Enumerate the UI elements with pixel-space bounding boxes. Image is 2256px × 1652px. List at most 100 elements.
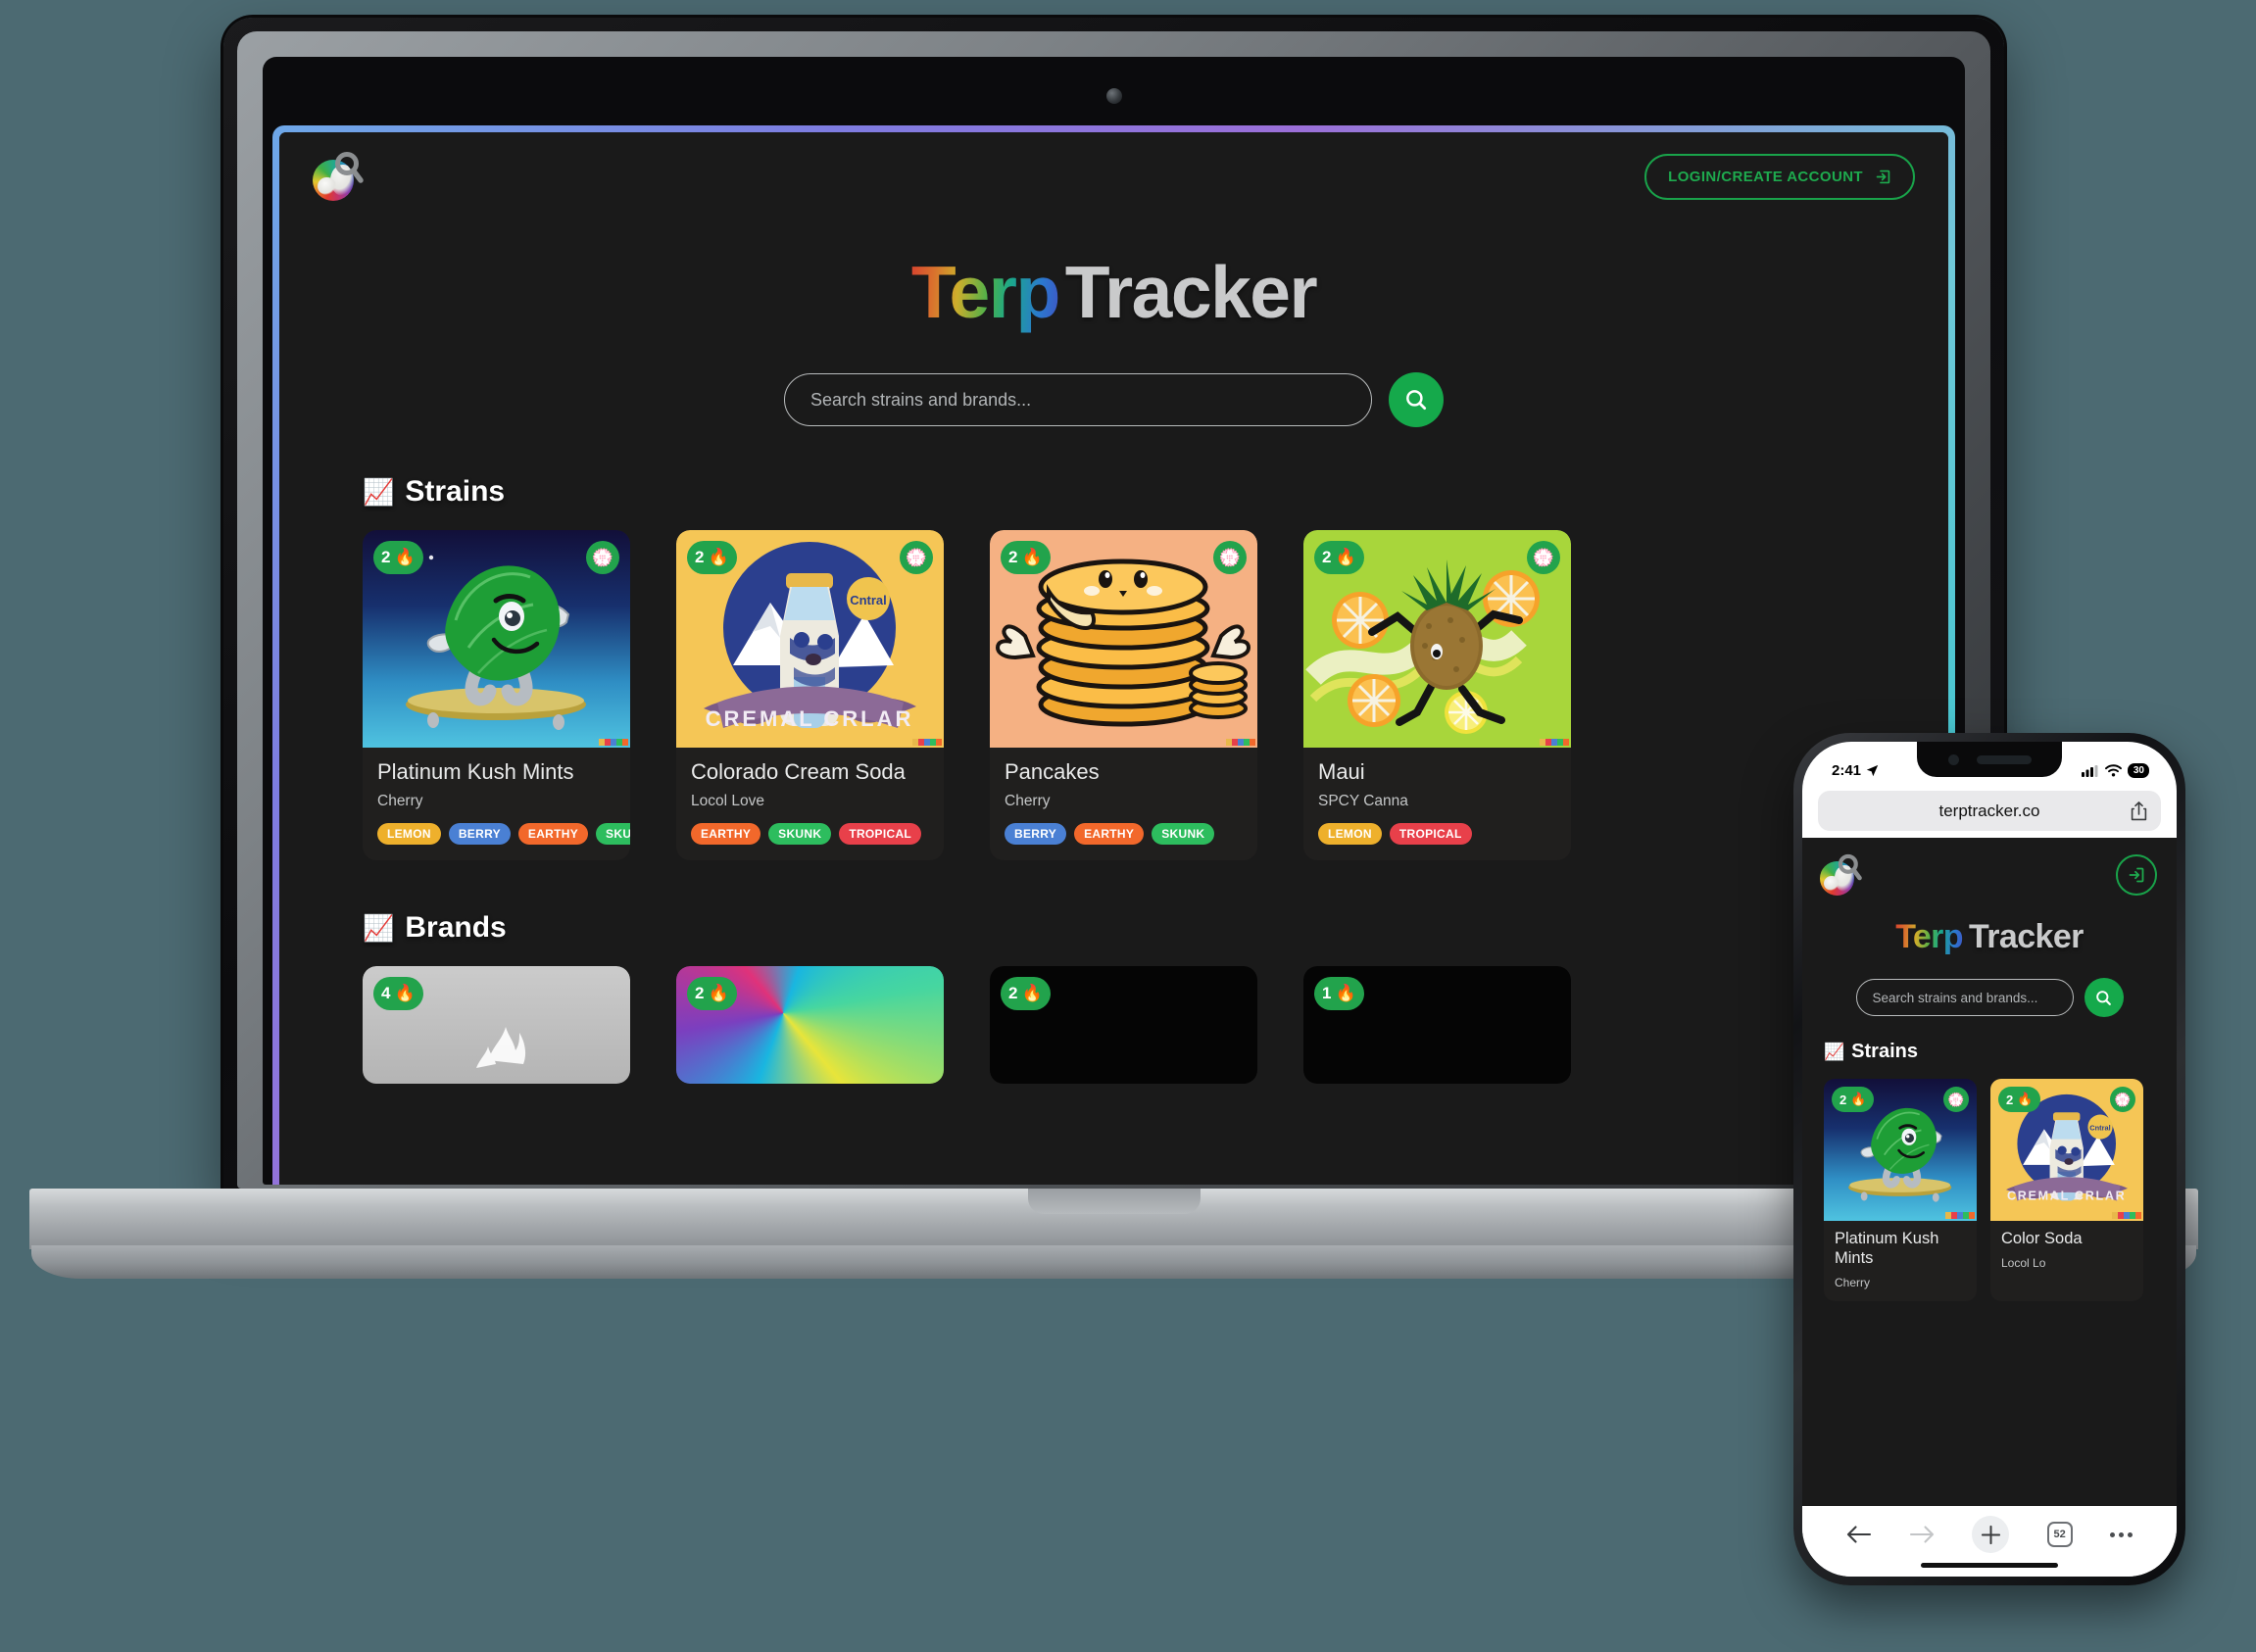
- laptop-base-notch: [1027, 1189, 1201, 1214]
- fire-icon: 🔥: [708, 548, 729, 566]
- terp-tag-list: EARTHY SKUNK TROPICAL: [691, 823, 929, 846]
- strain-card[interactable]: 2 🔥 💮 Pancakes Cherry BERRY EARTHY SKUNK: [990, 530, 1257, 861]
- plus-icon: [1981, 1525, 2001, 1544]
- brand-card[interactable]: 2 🔥: [990, 966, 1257, 1084]
- brand-card[interactable]: 4 🔥: [363, 966, 630, 1084]
- fire-rating-badge: 2 🔥: [1001, 977, 1051, 1010]
- strain-card-body: Platinum Kush Mints Cherry LEMON BERRY EARTH…: [363, 748, 630, 860]
- strain-name: Platinum Kush Mints: [377, 759, 574, 784]
- more-options-icon[interactable]: [2109, 1531, 2133, 1537]
- chart-increasing-icon: 📈: [363, 476, 395, 507]
- fire-count: 1: [1322, 984, 1332, 1002]
- terp-tag[interactable]: EARTHY: [517, 823, 589, 846]
- strain-name: Maui: [1318, 759, 1365, 784]
- forward-icon[interactable]: [1909, 1524, 1935, 1545]
- fire-icon: 🔥: [1021, 984, 1043, 1002]
- phone-screen: 2:41 30 terptracker.co Terp Tracker Sear…: [1802, 742, 2177, 1577]
- brand-terp: Terp: [910, 251, 1060, 333]
- fire-icon: 🔥: [1335, 984, 1356, 1002]
- fire-count: 2: [1008, 984, 1018, 1002]
- svg-text:CREMAL CRLAR: CREMAL CRLAR: [706, 706, 914, 731]
- terp-tag[interactable]: LEMON: [377, 823, 441, 846]
- strain-artwork: 2 🔥 💮: [1824, 1079, 1977, 1221]
- fire-rating-badge: 2 🔥: [1832, 1087, 1875, 1112]
- terp-tag[interactable]: SKUNK: [1152, 823, 1215, 846]
- search-input[interactable]: [784, 373, 1372, 426]
- brands-label: Brands: [405, 911, 507, 944]
- fire-rating-badge: 4 🔥: [373, 977, 423, 1010]
- laptop-bezel: LOGIN/CREATE ACCOUNT TerpTracker Search …: [263, 57, 1965, 1185]
- flower-type-badge: 💮: [2110, 1087, 2135, 1112]
- fire-rating-badge: 2 🔥: [1998, 1087, 2041, 1112]
- fire-count: 2: [695, 984, 705, 1002]
- fire-icon: 🔥: [394, 984, 416, 1002]
- terp-tag[interactable]: BERRY: [448, 823, 511, 846]
- back-icon[interactable]: [1846, 1524, 1872, 1545]
- terp-tag-list: LEMON TROPICAL: [1318, 823, 1556, 846]
- strain-name: Pancakes: [1005, 759, 1100, 784]
- brand-card[interactable]: 2 🔥: [676, 966, 944, 1084]
- login-button[interactable]: [2116, 854, 2157, 896]
- strain-brand: Cherry: [1005, 793, 1051, 810]
- terp-tag[interactable]: SKUNK: [596, 823, 630, 846]
- fire-count: 2: [1839, 1092, 1847, 1107]
- login-arrow-icon: [2129, 867, 2144, 883]
- phone-frame: 2:41 30 terptracker.co Terp Tracker Sear…: [1793, 733, 2185, 1585]
- brand-tracker: Tracker: [1064, 251, 1318, 333]
- fire-icon: 🔥: [394, 548, 416, 566]
- strain-card[interactable]: 2 🔥 💮 Platinum Kush Mints Cherry: [1824, 1079, 1977, 1301]
- laptop-screen: LOGIN/CREATE ACCOUNT TerpTracker Search …: [279, 132, 1948, 1185]
- watermark-dots: [1540, 739, 1569, 746]
- brands-section: 📈 Brands 4 🔥 2 🔥 2 🔥 1 🔥: [279, 911, 1948, 1084]
- terp-tag[interactable]: EARTHY: [691, 823, 761, 846]
- share-icon[interactable]: [2131, 801, 2147, 821]
- terp-tag[interactable]: SKUNK: [768, 823, 832, 846]
- strain-brand: Cherry: [1835, 1275, 1871, 1289]
- terp-tag[interactable]: BERRY: [1005, 823, 1067, 846]
- login-button-label: LOGIN/CREATE ACCOUNT: [1668, 168, 1863, 185]
- fire-icon: 🔥: [1021, 548, 1043, 566]
- cellular-signal-icon: [2081, 764, 2098, 777]
- terp-tag[interactable]: TROPICAL: [839, 823, 922, 846]
- strain-card[interactable]: 2 🔥 💮 Platinum Kush Mints Cherry LEMON BERRY EA…: [363, 530, 630, 861]
- flower-type-badge: 💮: [900, 541, 933, 574]
- terp-tag[interactable]: EARTHY: [1074, 823, 1145, 846]
- strain-card[interactable]: 2 🔥 💮 Maui SPCY Canna LEMON TROPICAL: [1303, 530, 1571, 861]
- search-button[interactable]: [2084, 978, 2124, 1017]
- strain-card-body: Platinum Kush Mints Cherry: [1824, 1221, 1977, 1301]
- brand-card[interactable]: 1 🔥: [1303, 966, 1571, 1084]
- magnifier-icon: [335, 152, 364, 183]
- terp-tag[interactable]: LEMON: [1318, 823, 1382, 846]
- flower-type-badge: 💮: [1213, 541, 1247, 574]
- search-input[interactable]: [1855, 979, 2074, 1016]
- search-button[interactable]: [1389, 372, 1444, 427]
- brand-tracker: Tracker: [1968, 918, 2084, 955]
- terptracker-logo-icon[interactable]: [1820, 853, 1865, 897]
- strain-name: Platinum Kush Mints: [1835, 1230, 1939, 1267]
- location-arrow-icon: [1866, 764, 1879, 776]
- tab-count-button[interactable]: 52: [2046, 1522, 2073, 1547]
- strain-brand: Locol Love: [691, 793, 764, 810]
- fire-rating-badge: 1 🔥: [1314, 977, 1364, 1010]
- webcam-icon: [1105, 88, 1122, 104]
- phone-url-bar[interactable]: terptracker.co: [1818, 791, 2161, 831]
- strain-card[interactable]: Cntral CREMAL CRLAR 2 🔥 💮 Color Soda Locol Lo: [1990, 1079, 2143, 1301]
- terptracker-logo-icon[interactable]: [313, 151, 366, 202]
- phone-topbar: [1802, 838, 2177, 897]
- login-create-account-button[interactable]: LOGIN/CREATE ACCOUNT: [1644, 153, 1915, 200]
- fire-count: 2: [381, 548, 391, 566]
- front-camera-icon: [1947, 753, 1959, 765]
- fire-count: 4: [381, 984, 391, 1002]
- strain-card-body: Pancakes Cherry BERRY EARTHY SKUNK: [990, 748, 1257, 860]
- terp-tag-list: LEMON BERRY EARTHY SKUNK: [377, 823, 630, 846]
- strain-brand: Locol Lo: [2001, 1255, 2046, 1270]
- new-tab-button[interactable]: [1972, 1516, 2010, 1553]
- fire-rating-badge: 2 🔥: [373, 541, 423, 574]
- strain-card[interactable]: Cntral CREMAL CRLAR 2 🔥 💮 Colorado Cream Sod…: [676, 530, 944, 861]
- phone-app: TerpTracker 📈 Strains: [1802, 838, 2177, 1506]
- login-arrow-icon: [1876, 170, 1890, 183]
- brand-artwork: 4 🔥: [363, 966, 630, 1084]
- svg-text:Cntral: Cntral: [2089, 1124, 2110, 1133]
- strain-card-body: Maui SPCY Canna LEMON TROPICAL: [1303, 748, 1571, 860]
- terp-tag[interactable]: TROPICAL: [1389, 823, 1472, 846]
